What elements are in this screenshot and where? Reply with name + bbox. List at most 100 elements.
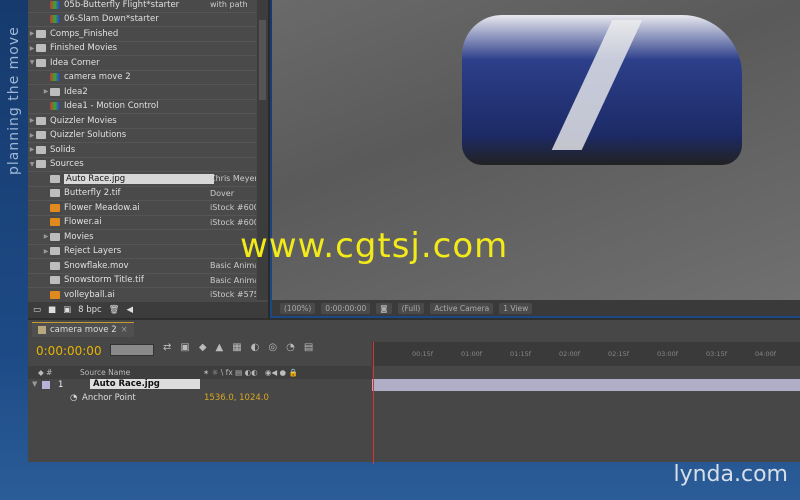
project-item[interactable]: volleyball.ai iStock #575 — [28, 288, 256, 303]
project-item[interactable]: ▶ Movies — [28, 230, 256, 245]
ai-icon — [50, 218, 60, 227]
resolution-dropdown[interactable]: (Full) — [397, 302, 425, 314]
project-item[interactable]: ▶ Solids — [28, 143, 256, 158]
expand-icon[interactable]: ▼ — [28, 59, 36, 66]
project-item[interactable]: ▶ Comps_Finished — [28, 27, 256, 42]
item-name: Idea1 - Motion Control — [64, 101, 159, 112]
watermark: www.cgtsj.com — [240, 226, 509, 266]
item-name: 06-Slam Down*starter — [64, 14, 159, 25]
layer-duration-bar[interactable] — [372, 379, 800, 391]
ruler-tick-label: 00:15f — [412, 350, 434, 358]
expand-icon[interactable]: ▶ — [42, 248, 50, 255]
label-color[interactable] — [42, 381, 50, 389]
project-item[interactable]: 05b-Butterfly Flight*starter with path — [28, 0, 256, 13]
item-name: Movies — [64, 231, 94, 242]
project-item[interactable]: Auto Race.jpg Chris Meyer — [28, 172, 256, 187]
new-comp-icon[interactable]: ▣ — [63, 305, 71, 315]
label-icon: ◆ # — [38, 368, 53, 377]
item-name: Flower.ai — [64, 217, 102, 228]
folder-icon — [36, 116, 46, 125]
comp-icon — [50, 73, 60, 82]
viewer-toolbar: (100%) 0:00:00:00 ◙ (Full) Active Camera… — [272, 300, 800, 316]
project-item[interactable]: 06-Slam Down*starter — [28, 13, 256, 27]
stopwatch-icon[interactable]: ◔ — [70, 393, 77, 403]
project-item[interactable]: Butterfly 2.tif Dover — [28, 187, 256, 201]
item-name: camera move 2 — [64, 72, 131, 83]
expand-icon[interactable]: ▶ — [28, 45, 36, 52]
item-name: Idea2 — [64, 86, 88, 97]
project-item[interactable]: camera move 2 — [28, 71, 256, 85]
close-icon[interactable]: × — [121, 325, 128, 335]
project-item[interactable]: ▶ Finished Movies — [28, 42, 256, 56]
ai-icon — [50, 203, 60, 212]
bit-depth[interactable]: 8 bpc — [78, 305, 102, 315]
item-name: Snowflake.mov — [64, 260, 129, 271]
expand-icon[interactable]: ▶ — [28, 146, 36, 153]
current-time[interactable]: 0:00:00:00 — [321, 302, 371, 314]
project-footer: ▭ ■ ▣ 8 bpc 🗑 ◀ — [28, 302, 268, 318]
item-name: Quizzler Movies — [50, 115, 117, 126]
time-ruler[interactable]: 00:15f 01:00f 01:15f 02:00f 02:15f 03:00f 03:1… — [372, 342, 800, 366]
lesson-title: planning the move — [6, 26, 26, 175]
expand-icon[interactable]: ▶ — [42, 88, 50, 95]
project-item[interactable]: ▼ Idea Corner — [28, 56, 256, 71]
project-item[interactable]: Idea1 - Motion Control — [28, 100, 256, 114]
camera-dropdown[interactable]: Active Camera — [430, 302, 494, 314]
ruler-tick-label: 02:00f — [559, 350, 581, 358]
image-icon — [50, 174, 60, 183]
item-comment: Chris Meyer — [210, 174, 256, 184]
switches-header: ✶ ☼ \ fx ▤ ◐◐ ◉◀ ● 🔒 — [203, 368, 298, 377]
item-name: Idea Corner — [50, 57, 100, 68]
expand-icon[interactable]: ▶ — [28, 117, 36, 124]
comp-icon — [50, 15, 60, 24]
image-icon — [50, 189, 60, 198]
view-layout-dropdown[interactable]: 1 View — [499, 302, 533, 314]
timeline-switches[interactable]: ⇄▣◆▲▦◐◎◔▤ — [163, 342, 322, 353]
ruler-tick-label: 02:15f — [608, 350, 630, 358]
trash-icon[interactable]: 🗑 — [109, 305, 120, 315]
new-folder-icon[interactable]: ■ — [48, 305, 56, 315]
tab-label: camera move 2 — [50, 325, 117, 335]
item-name: Butterfly 2.tif — [64, 188, 121, 199]
expand-icon[interactable]: ▶ — [28, 132, 36, 139]
scroll-thumb[interactable] — [259, 20, 266, 100]
layer-row[interactable]: ▼ 1 Auto Race.jpg — [28, 379, 372, 392]
scroll-left-icon[interactable]: ◀ — [126, 305, 133, 315]
item-comment: with path — [210, 0, 248, 10]
ruler-tick-label: 03:00f — [657, 350, 679, 358]
item-name: Quizzler Solutions — [50, 130, 127, 141]
property-value[interactable]: 1536.0, 1024.0 — [204, 393, 269, 403]
project-item[interactable]: Snowstorm Title.tif Basic Anima — [28, 274, 256, 288]
zoom-dropdown[interactable]: (100%) — [280, 302, 316, 314]
layer-name[interactable]: Auto Race.jpg — [90, 379, 200, 389]
comp-icon — [50, 0, 60, 9]
image-icon — [50, 276, 60, 285]
item-name: Flower Meadow.ai — [64, 202, 140, 213]
project-item[interactable]: ▶ Idea2 — [28, 85, 256, 100]
item-name: Sources — [50, 159, 84, 170]
expand-icon[interactable]: ▼ — [28, 161, 36, 168]
camera-snapshot-icon[interactable]: ◙ — [376, 302, 392, 314]
timecode-display[interactable]: 0:00:00:00 — [36, 344, 102, 358]
layer-number: 1 — [58, 380, 64, 390]
interpret-footage-icon[interactable]: ▭ — [33, 305, 41, 315]
project-item[interactable]: Flower Meadow.ai iStock #600 — [28, 201, 256, 216]
expand-icon[interactable]: ▼ — [32, 380, 37, 388]
tab-camera-move-2[interactable]: camera move 2 × — [32, 322, 134, 337]
project-item[interactable]: ▶ Reject Layers — [28, 245, 256, 259]
source-name-header[interactable]: Source Name — [80, 368, 130, 377]
project-item[interactable]: ▼ Sources — [28, 158, 256, 172]
expand-icon[interactable]: ▶ — [42, 233, 50, 240]
current-time-indicator[interactable] — [373, 342, 374, 464]
project-item[interactable]: Snowflake.mov Basic Anima — [28, 259, 256, 274]
brand-logo: lynda.com — [673, 462, 788, 487]
expand-icon[interactable]: ▶ — [28, 30, 36, 37]
search-input[interactable] — [110, 344, 154, 356]
project-item[interactable]: Flower.ai iStock #600 — [28, 216, 256, 230]
project-item[interactable]: ▶ Quizzler Movies — [28, 114, 256, 129]
project-item[interactable]: ▶ Quizzler Solutions — [28, 129, 256, 143]
ruler-tick-label: 01:15f — [510, 350, 532, 358]
folder-icon — [50, 87, 60, 96]
item-name: 05b-Butterfly Flight*starter — [64, 0, 180, 10]
property-name: Anchor Point — [82, 393, 136, 403]
